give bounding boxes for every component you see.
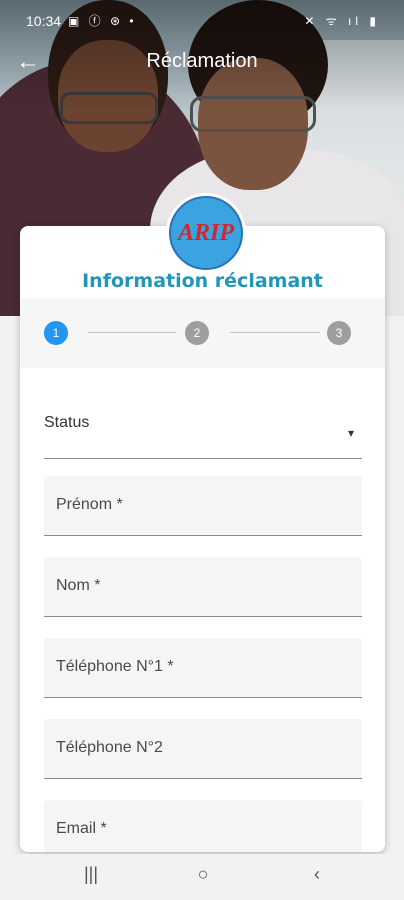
prenom-field[interactable]: Prénom *	[44, 476, 362, 536]
status-time: 10:34	[26, 13, 62, 29]
step-2[interactable]: 2	[185, 321, 209, 345]
section-title: Information réclamant	[82, 270, 323, 292]
recent-apps-button[interactable]: |||	[76, 864, 106, 890]
prenom-label: Prénom *	[56, 496, 123, 513]
telephone1-field[interactable]: Téléphone N°1 *	[44, 638, 362, 698]
chevron-down-icon: ▾	[347, 426, 354, 440]
home-button[interactable]: ○	[188, 864, 218, 890]
nom-label: Nom *	[56, 577, 101, 594]
email-field[interactable]: Email *	[44, 800, 362, 852]
status-label: Status	[44, 414, 90, 431]
page-title: Réclamation	[146, 50, 258, 72]
form-card: Information réclamant 1 2 3 Status ▾ Pré…	[20, 226, 385, 852]
system-nav-bar: ||| ○ ‹	[0, 854, 404, 900]
step-connector	[88, 332, 176, 333]
notification-icons: ▣ ⓕ ⊛ •	[68, 14, 137, 28]
status-dropdown[interactable]: Status ▾	[44, 404, 362, 459]
logo-text: ARIP	[177, 219, 234, 246]
back-button[interactable]: ‹	[302, 864, 332, 890]
nom-field[interactable]: Nom *	[44, 557, 362, 617]
stepper: 1 2 3	[20, 298, 385, 368]
status-bar: 10:34 ▣ ⓕ ⊛ • ✕ ᯤ ıl ▮	[0, 0, 404, 40]
email-label: Email *	[56, 820, 107, 837]
step-1[interactable]: 1	[44, 321, 68, 345]
telephone2-label: Téléphone N°2	[56, 739, 163, 756]
telephone1-label: Téléphone N°1 *	[56, 658, 174, 675]
arip-logo: ARIP	[166, 193, 246, 273]
telephone2-field[interactable]: Téléphone N°2	[44, 719, 362, 779]
system-icons: ✕ ᯤ ıl ▮	[304, 14, 380, 28]
step-connector	[230, 332, 320, 333]
step-3[interactable]: 3	[327, 321, 351, 345]
app-bar: ← Réclamation	[0, 40, 404, 84]
